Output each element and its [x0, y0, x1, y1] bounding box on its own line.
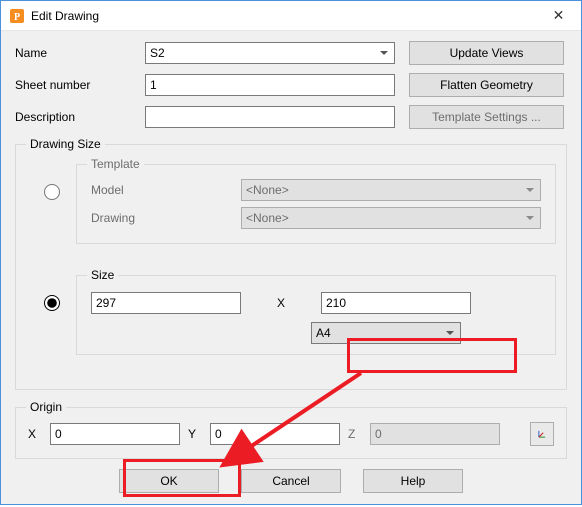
axes-icon: [537, 426, 547, 442]
flatten-geometry-button[interactable]: Flatten Geometry: [409, 73, 564, 97]
origin-x-label: X: [28, 427, 42, 441]
template-group: Template Model <None> Drawing <None>: [76, 157, 556, 244]
template-drawing-label: Drawing: [91, 211, 241, 225]
name-combo[interactable]: S2: [145, 42, 395, 64]
window-title: Edit Drawing: [31, 9, 536, 23]
origin-group: Origin X Y Z: [15, 400, 567, 459]
row-sheet: Sheet number Flatten Geometry: [15, 73, 567, 97]
template-legend: Template: [87, 157, 144, 171]
dialog-window: P Edit Drawing ✕ Name S2 Update Views Sh…: [0, 0, 582, 505]
radio-template[interactable]: [44, 184, 60, 200]
origin-y-input[interactable]: [210, 423, 340, 445]
help-button[interactable]: Help: [363, 469, 463, 493]
size-width-input[interactable]: [91, 292, 241, 314]
row-description: Description Template Settings ...: [15, 105, 567, 129]
description-input[interactable]: [145, 106, 395, 128]
paper-size-combo[interactable]: A4: [311, 322, 461, 344]
sheet-label: Sheet number: [15, 78, 145, 92]
size-legend: Size: [87, 268, 118, 282]
dialog-button-row: OK Cancel Help: [15, 469, 567, 493]
titlebar: P Edit Drawing ✕: [1, 1, 581, 31]
origin-z-label: Z: [348, 427, 362, 441]
row-name: Name S2 Update Views: [15, 41, 567, 65]
update-views-button[interactable]: Update Views: [409, 41, 564, 65]
size-height-input[interactable]: [321, 292, 471, 314]
pick-origin-button[interactable]: [530, 422, 554, 446]
name-value: S2: [150, 46, 165, 60]
svg-text:P: P: [14, 12, 20, 23]
sheet-input[interactable]: [145, 74, 395, 96]
origin-z-input: [370, 423, 500, 445]
template-model-combo: <None>: [241, 179, 541, 201]
close-button[interactable]: ✕: [536, 1, 581, 30]
drawing-size-legend: Drawing Size: [26, 137, 105, 151]
option-template: Template Model <None> Drawing <None>: [26, 157, 556, 254]
drawing-size-group: Drawing Size Template Model <None> Drawi…: [15, 137, 567, 390]
radio-size[interactable]: [44, 295, 60, 311]
app-icon: P: [9, 8, 25, 24]
size-x-separator: X: [251, 296, 311, 310]
template-drawing-combo: <None>: [241, 207, 541, 229]
origin-y-label: Y: [188, 427, 202, 441]
name-label: Name: [15, 46, 145, 60]
option-size: Size X A4: [26, 268, 556, 365]
template-model-label: Model: [91, 183, 241, 197]
origin-x-input[interactable]: [50, 423, 180, 445]
ok-button[interactable]: OK: [119, 469, 219, 493]
template-settings-button: Template Settings ...: [409, 105, 564, 129]
template-model-value: <None>: [246, 183, 289, 197]
dialog-content: Name S2 Update Views Sheet number Flatte…: [1, 31, 581, 507]
close-icon: ✕: [553, 7, 565, 24]
origin-legend: Origin: [26, 400, 66, 414]
description-label: Description: [15, 110, 145, 124]
size-group: Size X A4: [76, 268, 556, 355]
template-drawing-value: <None>: [246, 211, 289, 225]
paper-size-value: A4: [316, 326, 331, 340]
cancel-button[interactable]: Cancel: [241, 469, 341, 493]
